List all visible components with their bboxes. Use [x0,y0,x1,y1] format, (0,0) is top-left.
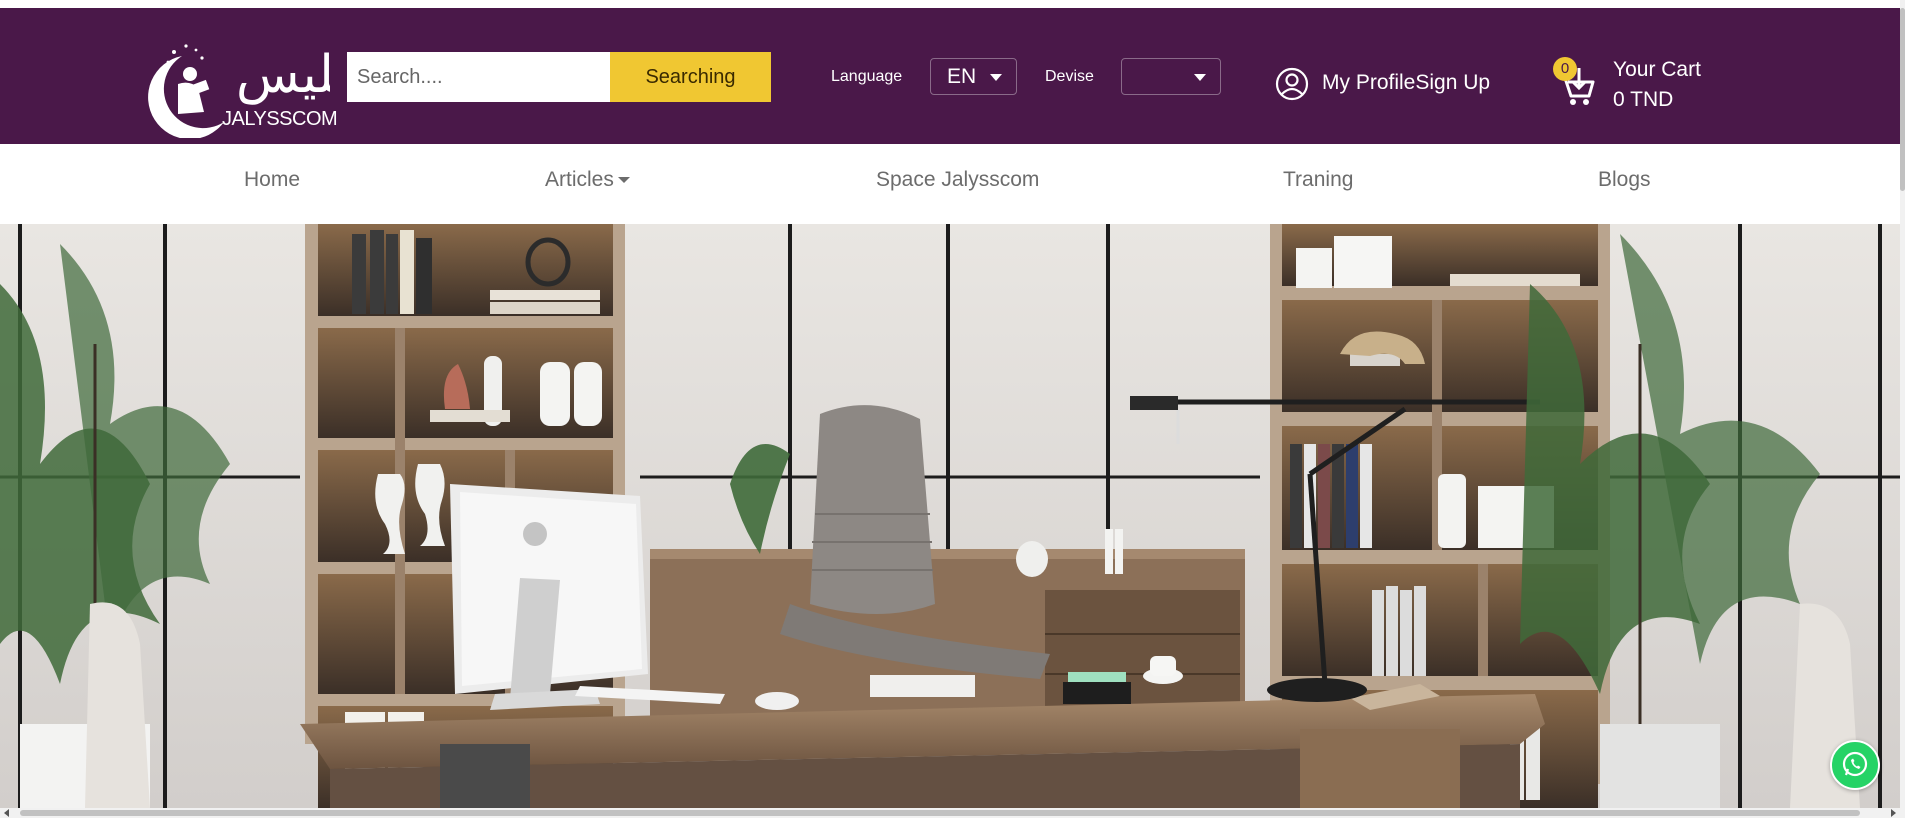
logo-text: JALYSSCOM [222,108,338,130]
devise-label: Devise [1045,68,1094,85]
user-circle-icon[interactable] [1275,67,1309,101]
hero-banner [0,224,1900,808]
search-input[interactable] [347,52,611,102]
search-button[interactable]: Searching [610,52,771,102]
whatsapp-button[interactable] [1830,740,1880,790]
cart-total: 0 TND [1613,88,1674,111]
nav-item-label: Articles [545,168,614,191]
cart-count-badge: 0 [1553,57,1577,81]
language-select[interactable]: EN [930,58,1017,95]
scroll-right-icon[interactable] [1891,809,1896,817]
nav-item-traning[interactable]: Traning [1283,168,1353,192]
cart-title[interactable]: Your Cart [1613,58,1701,82]
main-nav: Home Articles Space Jalysscom Traning Bl… [0,144,1900,224]
hero-image [0,224,1900,808]
nav-item-blogs[interactable]: Blogs [1598,168,1651,192]
nav-item-space-jalysscom[interactable]: Space Jalysscom [876,168,1039,192]
nav-item-articles[interactable]: Articles [545,168,630,192]
chevron-down-icon [990,74,1002,81]
horizontal-scrollbar[interactable] [0,808,1900,818]
site-header: جليس JALYSSCOM Searching Language EN Dev… [0,8,1900,144]
language-value: EN [947,65,977,88]
devise-select[interactable] [1121,58,1221,95]
scrollbar-thumb[interactable] [20,810,1860,816]
language-label: Language [831,68,903,85]
logo[interactable]: جليس JALYSSCOM [138,26,367,140]
nav-item-home[interactable]: Home [244,168,300,192]
chevron-down-icon [1194,74,1206,81]
caret-down-icon [617,177,630,184]
whatsapp-icon [1842,751,1868,777]
top-strip [0,0,1905,8]
scrollbar-thumb[interactable] [1900,8,1905,191]
vertical-scrollbar[interactable] [1900,0,1905,818]
svg-text:جليس: جليس [236,45,330,105]
profile-signup-link[interactable]: My ProfileSign Up [1322,71,1490,95]
scroll-left-icon[interactable] [4,809,9,817]
